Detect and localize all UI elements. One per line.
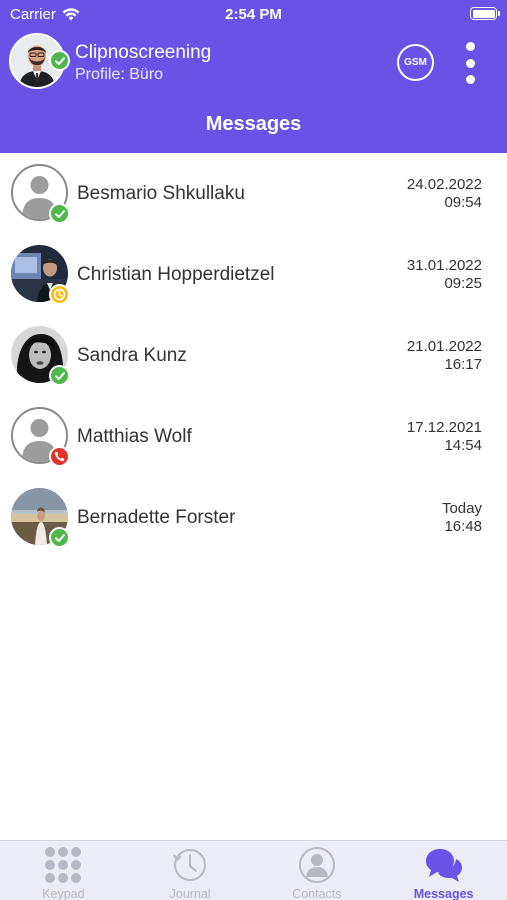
contact-name: Christian Hopperdietzel	[77, 264, 275, 285]
gsm-button[interactable]: GSM	[397, 44, 434, 81]
message-time: 14:54	[444, 437, 482, 454]
message-timestamp: 17.12.2021 14:54	[407, 419, 482, 455]
list-item[interactable]: Matthias Wolf 17.12.2021 14:54	[0, 396, 507, 477]
contact-icon	[297, 846, 337, 884]
message-timestamp: Today 16:48	[442, 500, 482, 536]
contact-name: Sandra Kunz	[77, 345, 187, 366]
chat-bubbles-icon	[424, 846, 464, 884]
profile-label[interactable]: Profile: Büro	[75, 66, 163, 84]
list-item[interactable]: Bernadette Forster Today 16:48	[0, 477, 507, 558]
message-list: Besmario Shkullaku 24.02.2022 09:54 Chri…	[0, 153, 507, 558]
clock-icon	[170, 846, 210, 884]
profile-name[interactable]: Clipnoscreening	[75, 42, 211, 64]
tab-label: Keypad	[42, 887, 85, 900]
tab-journal[interactable]: Journal	[127, 841, 254, 900]
tab-label: Contacts	[292, 887, 342, 900]
status-available-icon	[49, 527, 70, 548]
message-date: 17.12.2021	[406, 419, 482, 436]
message-date: 31.01.2022	[406, 257, 482, 274]
message-date: 21.01.2022	[406, 338, 482, 355]
tab-contacts[interactable]: Contacts	[254, 841, 381, 900]
contact-name: Bernadette Forster	[77, 507, 236, 528]
message-timestamp: 21.01.2022 16:17	[407, 338, 482, 374]
profile-status-available-icon	[49, 50, 70, 71]
status-available-icon	[49, 365, 70, 386]
clock-time: 2:54 PM	[225, 6, 282, 23]
contact-name: Besmario Shkullaku	[77, 183, 245, 204]
more-options-icon[interactable]	[461, 42, 479, 84]
message-timestamp: 24.02.2022 09:54	[407, 176, 482, 212]
message-timestamp: 31.01.2022 09:25	[407, 257, 482, 293]
keypad-icon	[43, 846, 83, 884]
status-busy-icon	[49, 446, 70, 467]
message-time: 16:17	[444, 356, 482, 373]
page-title: Messages	[205, 113, 302, 135]
message-time: 09:25	[444, 275, 482, 292]
status-away-icon	[49, 284, 70, 305]
battery-icon	[470, 7, 500, 20]
status-available-icon	[49, 203, 70, 224]
message-date: 24.02.2022	[406, 176, 482, 193]
list-item[interactable]: Sandra Kunz 21.01.2022 16:17	[0, 315, 507, 396]
message-time: 16:48	[444, 518, 482, 535]
tab-label: Journal	[169, 887, 211, 900]
message-date: Today	[441, 500, 482, 517]
tab-messages[interactable]: Messages	[380, 841, 507, 900]
app-header: Carrier 2:54 PM Clipnoscreening Profile:	[0, 0, 507, 153]
message-time: 09:54	[444, 194, 482, 211]
contact-name: Matthias Wolf	[77, 426, 192, 447]
list-item[interactable]: Christian Hopperdietzel 31.01.2022 09:25	[0, 234, 507, 315]
tab-bar: Keypad Journal Contacts Messages	[0, 840, 507, 900]
status-bar: Carrier 2:54 PM	[0, 0, 507, 28]
tab-keypad[interactable]: Keypad	[0, 841, 127, 900]
list-item[interactable]: Besmario Shkullaku 24.02.2022 09:54	[0, 153, 507, 234]
tab-label: Messages	[413, 887, 474, 900]
